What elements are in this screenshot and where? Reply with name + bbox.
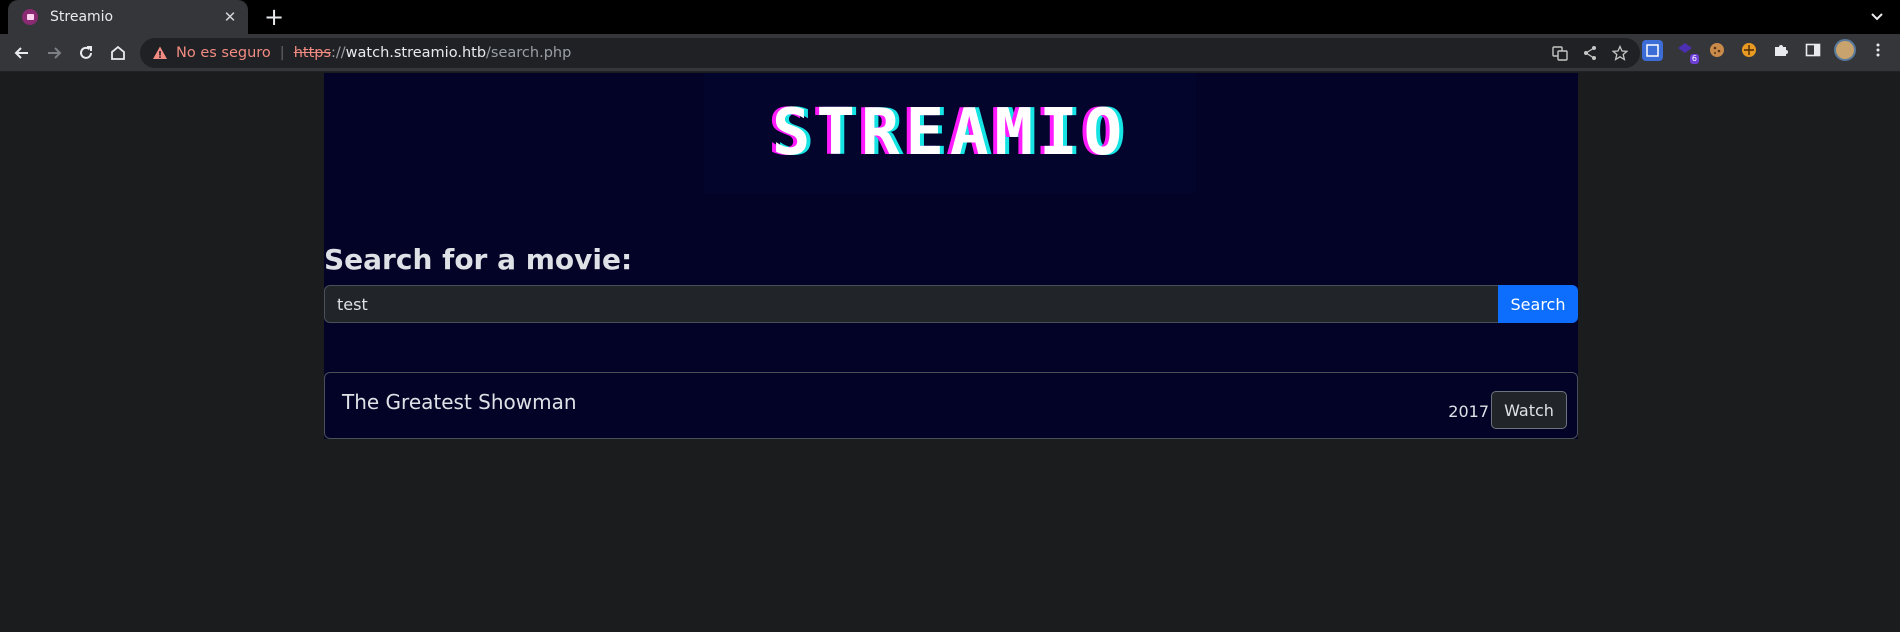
- logo-text: STREAMIO: [771, 96, 1129, 170]
- home-icon[interactable]: [106, 41, 130, 65]
- extension-badge: 6: [1689, 53, 1699, 64]
- browser-tab[interactable]: Streamio ✕: [8, 0, 248, 34]
- translate-icon[interactable]: [1550, 43, 1570, 63]
- forward-arrow-icon[interactable]: [42, 41, 66, 65]
- movie-year: 2017: [1448, 402, 1489, 421]
- movie-result-card: The Greatest Showman 2017 Watch: [324, 372, 1578, 439]
- movie-title: The Greatest Showman: [342, 390, 577, 414]
- warning-triangle-icon[interactable]: [152, 45, 168, 61]
- tab-search-chevron-icon[interactable]: [1868, 8, 1886, 26]
- new-tab-button[interactable]: +: [260, 3, 288, 31]
- omnibox-separator: |: [279, 45, 285, 61]
- purple-extension-icon[interactable]: 6: [1674, 40, 1699, 64]
- omnibox-actions: [1550, 43, 1630, 63]
- browser-toolbar: No es seguro | https://watch.streamio.ht…: [0, 34, 1900, 72]
- main-container: STREAMIO Search for a movie: Search The …: [324, 73, 1578, 439]
- orange-extension-icon[interactable]: [1738, 40, 1759, 61]
- search-input[interactable]: [324, 285, 1498, 323]
- streamio-logo: STREAMIO: [704, 73, 1196, 193]
- translator-extension-icon[interactable]: [1642, 39, 1663, 61]
- extensions-area: 6: [1642, 39, 1888, 64]
- streamio-favicon-icon: [22, 9, 38, 25]
- tab-strip: Streamio ✕ +: [0, 0, 1900, 34]
- browser-menu-icon[interactable]: [1867, 40, 1888, 61]
- page-viewport: STREAMIO Search for a movie: Search The …: [0, 73, 1900, 632]
- bookmark-star-icon[interactable]: [1610, 43, 1630, 63]
- search-heading: Search for a movie:: [324, 243, 633, 276]
- url-scheme-separator: ://: [331, 45, 346, 61]
- puzzle-extensions-icon[interactable]: [1770, 40, 1791, 61]
- address-bar[interactable]: No es seguro | https://watch.streamio.ht…: [140, 38, 1640, 68]
- back-arrow-icon[interactable]: [10, 41, 34, 65]
- tab-close-icon[interactable]: ✕: [222, 8, 238, 26]
- url-path: /search.php: [486, 45, 572, 61]
- search-form: Search: [324, 285, 1578, 323]
- url-scheme: https: [293, 45, 332, 61]
- tab-title: Streamio: [50, 9, 114, 25]
- security-label[interactable]: No es seguro: [176, 45, 271, 61]
- reload-icon[interactable]: [74, 41, 98, 65]
- profile-avatar[interactable]: [1834, 39, 1856, 61]
- side-panel-icon[interactable]: [1802, 40, 1823, 61]
- url-host: watch.streamio.htb: [345, 45, 487, 61]
- watch-button[interactable]: Watch: [1491, 391, 1567, 429]
- cookie-extension-icon[interactable]: [1706, 40, 1727, 61]
- share-icon[interactable]: [1580, 43, 1600, 63]
- search-button[interactable]: Search: [1498, 285, 1578, 323]
